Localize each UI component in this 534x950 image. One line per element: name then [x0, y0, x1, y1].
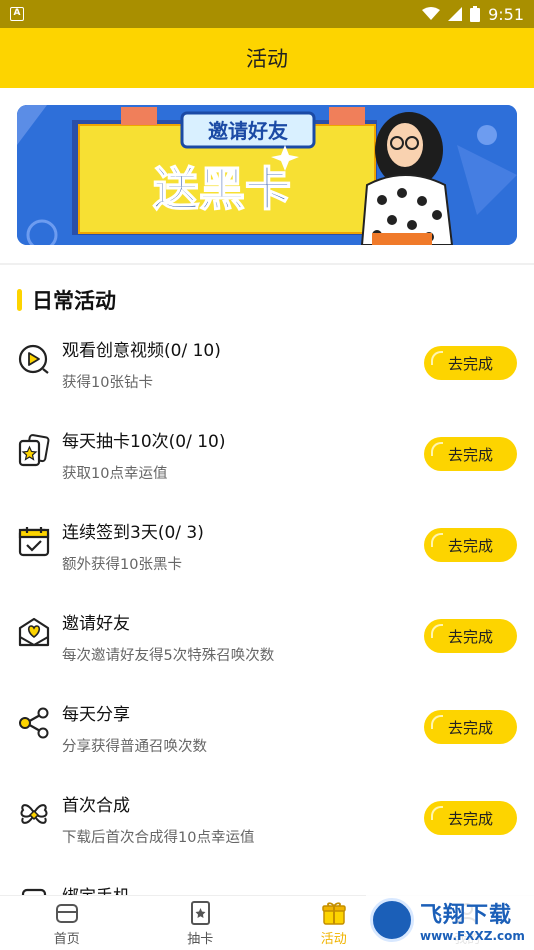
svg-text:送黑卡: 送黑卡	[153, 162, 291, 216]
watermark-title: 飞翔下载	[420, 903, 513, 928]
task-list: 观看创意视频(0/ 10) 获得10张钻卡 去完成 每天抽卡10次(0/ 10)…	[0, 330, 534, 950]
nav-draw-card[interactable]: 抽卡	[134, 896, 268, 950]
battery-icon	[470, 6, 481, 22]
go-complete-button[interactable]: 去完成	[424, 710, 517, 744]
task-desc: 下载后首次合成得10点幸运值	[62, 830, 255, 846]
wifi-icon	[422, 7, 441, 20]
clover-icon	[20, 804, 48, 824]
status-time: 9:51	[488, 4, 524, 24]
task-daily-share: 每天分享 分享获得普通召唤次数 去完成	[0, 694, 534, 785]
video-play-icon	[18, 344, 49, 374]
task-sign-in: 连续签到3天(0/ 3) 额外获得10张黑卡 去完成	[0, 512, 534, 603]
task-desc: 获得10张钻卡	[62, 375, 153, 391]
task-name: 观看创意视频(0/ 10)	[62, 341, 221, 361]
task-name: 连续签到3天(0/ 3)	[62, 523, 204, 543]
task-draw-cards: 每天抽卡10次(0/ 10) 获取10点幸运值 去完成	[0, 421, 534, 512]
task-name: 每天抽卡10次(0/ 10)	[62, 432, 226, 452]
signal-icon	[448, 7, 463, 21]
status-bar: A 9:51	[0, 0, 534, 28]
nav-label: 首页	[53, 931, 80, 947]
task-desc: 额外获得10张黑卡	[62, 557, 182, 573]
go-complete-button[interactable]: 去完成	[424, 528, 517, 562]
svg-text:邀请好友: 邀请好友	[208, 119, 288, 143]
task-first-compose: 首次合成 下载后首次合成得10点幸运值 去完成	[0, 785, 534, 876]
go-complete-button[interactable]: 去完成	[424, 437, 517, 471]
watermark-url: www.FXXZ.com	[420, 929, 525, 943]
nav-home[interactable]: 首页	[0, 896, 134, 950]
page-title: 活动	[246, 47, 288, 71]
nav-label: 抽卡	[187, 931, 214, 947]
nav-label: 活动	[320, 931, 347, 947]
go-complete-button[interactable]: 去完成	[424, 346, 517, 380]
task-name: 邀请好友	[62, 614, 130, 634]
watermark-text-group: 飞翔下载 www.FXXZ.com	[420, 897, 525, 943]
section-divider	[0, 263, 534, 265]
section-title: 日常活动	[32, 289, 116, 313]
heart-envelope-icon	[18, 617, 50, 647]
task-watch-video: 观看创意视频(0/ 10) 获得10张钻卡 去完成	[0, 330, 534, 421]
share-icon	[19, 707, 49, 739]
banner-illustration: 邀请好友 送黑卡	[17, 105, 517, 245]
go-complete-button[interactable]: 去完成	[424, 801, 517, 835]
go-complete-button[interactable]: 去完成	[424, 619, 517, 653]
task-name: 每天分享	[62, 705, 130, 725]
card-draw-icon	[18, 434, 50, 467]
task-desc: 获取10点幸运值	[62, 466, 168, 482]
task-desc: 分享获得普通召唤次数	[62, 739, 207, 755]
home-icon	[55, 903, 78, 923]
invite-banner[interactable]: 邀请好友 送黑卡	[17, 105, 517, 245]
task-name: 首次合成	[62, 796, 130, 816]
site-watermark: 飞翔下载 www.FXXZ.com	[366, 890, 534, 950]
task-desc: 每次邀请好友得5次特殊召唤次数	[62, 648, 275, 664]
section-header: 日常活动	[17, 285, 116, 315]
card-icon	[191, 900, 211, 925]
title-bar: 活动	[0, 28, 534, 88]
watermark-logo	[370, 898, 414, 942]
gift-icon	[322, 901, 346, 925]
banner-section: 邀请好友 送黑卡	[0, 88, 534, 263]
status-right: 9:51	[422, 5, 524, 24]
app-notification-icon: A	[10, 7, 24, 21]
calendar-check-icon	[18, 527, 50, 557]
section-accent-bar	[17, 289, 22, 311]
task-invite-friends: 邀请好友 每次邀请好友得5次特殊召唤次数 去完成	[0, 603, 534, 694]
